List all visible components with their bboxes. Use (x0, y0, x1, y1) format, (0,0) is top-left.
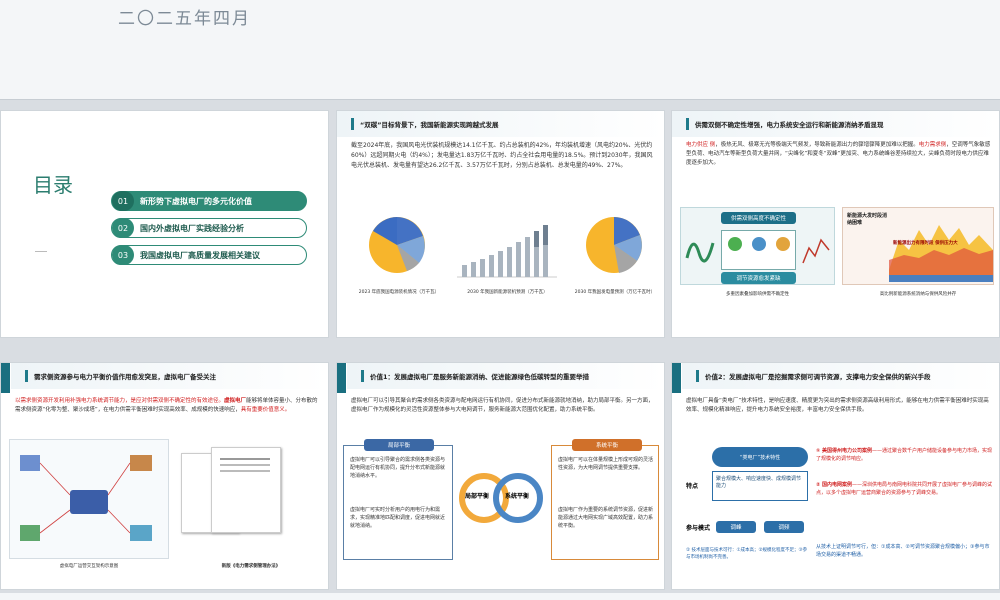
caption-right: 新版《电力需求侧管理办法》 (221, 564, 281, 569)
bar-chart-projection (457, 225, 557, 278)
mode-label: 参与模式 (686, 525, 711, 532)
case-1: ① 美国得州电力公司案例——通过聚合数千户用户储能设备参与电力市场，实现了规模化… (816, 448, 992, 462)
slide-body: 以需求侧资源开发利用补强电力系统调节能力，是应对供需双侧不确定性的有效途径。虚拟… (15, 398, 318, 413)
plug-icon (752, 237, 766, 251)
system-ring-label: 系统平衡 (505, 493, 530, 500)
slide-thumbnail-new-energy[interactable]: “双碳”目标背景下，我国新能源实现跨越式发展 截至2024年底，我国风电光伏装机… (336, 110, 665, 338)
slide-title: 供需双侧不确定性增强，电力系统安全运行和新能源消纳矛盾显现 (695, 121, 884, 129)
toc-item-2[interactable]: 02 国内外虚拟电厂实践经验分析 (111, 218, 307, 238)
toc-num-3: 03 (112, 245, 134, 265)
slide-title: 价值1：发展虚拟电厂是服务新能源消纳、促进能源绿色低碳转型的重要举措 (370, 373, 590, 381)
toc-num-1: 01 (112, 191, 134, 211)
slide-corner-accent (337, 363, 346, 393)
vpp-architecture-diagram (9, 439, 169, 559)
toc-label-1: 新形势下虚拟电厂的多元化价值 (140, 196, 252, 206)
slide-header: 价值2：发展虚拟电厂是挖掘需求侧可调节资源，支撑电力安全保供的新兴手段 (682, 363, 999, 389)
slide-header: 价值1：发展虚拟电厂是服务新能源消纳、促进能源绿色低碳转型的重要举措 (347, 363, 664, 389)
toc-item-3[interactable]: 03 我国虚拟电厂高质量发展相关建议 (111, 245, 307, 265)
device-group (721, 230, 796, 270)
pie-chart-installed-capacity (369, 217, 425, 273)
slide-title: 价值2：发展虚拟电厂是挖掘需求侧可调节资源，支撑电力安全保供的新兴手段 (705, 373, 931, 381)
figure-risk: 新能源大发时段消纳困难 新能源出力有限时段 保供压力大 (842, 207, 994, 285)
connection-lines (39, 462, 131, 534)
figure-uncertainty: 供需双侧高度不确定性 调节资源愈发紧缺 (680, 207, 835, 285)
title-slide-thumbnail[interactable]: 二〇二五年四月 (0, 0, 1000, 100)
local-item-1: 虚拟电厂可以引导聚合的需求侧各类资源与配电网运行有机协同，提升分布式新能源就地消… (350, 457, 446, 479)
caption-3: 2030 年我国发电量预测（万亿千瓦时） (574, 290, 656, 295)
toc-title: 目录 (33, 173, 73, 197)
slide-thumbnail-value-1[interactable]: 价值1：发展虚拟电厂是服务新能源消纳、促进能源绿色低碳转型的重要举措 虚拟电厂可… (336, 362, 665, 590)
document-page-2 (211, 447, 281, 533)
load-curve-icon (802, 238, 830, 264)
slide-body: 截至2024年底，我国风电光伏装机规模达14.1亿千瓦、约占总装机的42%，年均… (351, 142, 653, 169)
feature-box: 聚合规模大、响应速度快、成规模调节能力 (712, 471, 808, 501)
figure-sub-label: 新能源出力有限时段 保供压力大 (893, 241, 958, 246)
slide-title: 需求侧资源参与电力平衡价值作用愈发突显，虚拟电厂备受关注 (34, 373, 216, 381)
document-images (181, 443, 321, 553)
slide-body: 虚拟电厂可以引导其聚合的需求侧各类资源与配电网运行有机协同，促进分布式新能源就地… (351, 398, 654, 413)
pie-chart-generation (586, 217, 642, 273)
figure-label: 新能源大发时段消纳困难 (847, 213, 888, 226)
feature-badge: “类电厂”技术特性 (712, 447, 808, 467)
slide-corner-accent (672, 363, 681, 393)
slide-date: 二〇二五年四月 (118, 9, 251, 29)
toc-item-1[interactable]: 01 新形势下虚拟电厂的多元化价值 (111, 191, 307, 211)
local-ring-label: 局部平衡 (465, 493, 490, 500)
divider (35, 251, 47, 252)
tag-peak: 调峰 (716, 521, 756, 533)
toc-label-3: 我国虚拟电厂高质量发展相关建议 (140, 250, 260, 260)
local-balance-title: 局部平衡 (364, 439, 434, 451)
local-item-2: 虚拟电厂可实时分析用户的用电行为和需求，实现精准地匹配和调度，促进电网就近就地消… (350, 507, 446, 529)
balance-rings: 局部平衡 系统平衡 (459, 463, 545, 543)
risk-area-chart (889, 225, 993, 282)
toc-label-2: 国内外虚拟电厂实践经验分析 (140, 223, 244, 233)
toc-num-2: 02 (112, 218, 134, 238)
slide-corner-accent (1, 363, 10, 393)
tag-frequency: 调频 (764, 521, 804, 533)
system-item-1: 虚拟电厂可以在体量规模上形成可观的灵活性资源，为大电网调节提供重要支撑。 (558, 457, 654, 471)
leaf-icon (728, 237, 742, 251)
slide-header: “双碳”目标背景下，我国新能源实现跨越式发展 (337, 111, 664, 137)
slide-thumbnail-value-2[interactable]: 价值2：发展虚拟电厂是挖掘需求侧可调节资源，支撑电力安全保供的新兴手段 虚拟电厂… (671, 362, 1000, 590)
slide-thumbnail-uncertainty[interactable]: 供需双侧不确定性增强，电力系统安全运行和新能源消纳矛盾显现 电力供应 侧，极热无… (671, 110, 1000, 338)
sun-icon (776, 237, 790, 251)
next-row-thumbnails[interactable] (0, 593, 1000, 600)
slide-body: 虚拟电厂具备“类电厂”技术特性，是响应速度、精度更为突出的需求侧资源高级利用形式… (686, 398, 989, 413)
caption-left: 多重因素叠加影响供需不确定性 (726, 292, 789, 297)
figure-title: 供需双侧高度不确定性 (721, 212, 796, 224)
wave-icon (685, 242, 715, 263)
bottom-note-2: ② 技术层面与技术可行：①成本高；②规模化程度不足；③参与市场机制尚不完善。 (686, 548, 808, 560)
feature-label: 特点 (686, 483, 699, 490)
system-balance-box: 系统平衡 虚拟电厂可以在体量规模上形成可观的灵活性资源，为大电网调节提供重要支撑… (551, 439, 659, 560)
caption-1: 2023 年底我国电源装机情况（万千瓦） (358, 290, 440, 295)
case-2: ② 国内电网案例——深圳供电局与南网电科院共同开展了虚拟电厂参与调峰的试点，以多… (816, 482, 992, 496)
slide-thumbnail-toc[interactable]: 目录 01 新形势下虚拟电厂的多元化价值 02 国内外虚拟电厂实践经验分析 03… (0, 110, 329, 338)
local-balance-box: 局部平衡 虚拟电厂可以引导聚合的需求侧各类资源与配电网运行有机协同，提升分布式新… (343, 439, 453, 560)
system-balance-title: 系统平衡 (572, 439, 642, 451)
caption-2: 2030 年我国新能源装机预测（万千瓦） (467, 290, 548, 295)
slide-thumbnail-demand-side[interactable]: 需求侧资源参与电力平衡价值作用愈发突显，虚拟电厂备受关注 以需求侧资源开发利用补… (0, 362, 329, 590)
system-item-2: 虚拟电厂作为重要的系统调节资源，促进新能源通过大电网实现广域高效配置，助力系统平… (558, 507, 654, 529)
slide-header: 需求侧资源参与电力平衡价值作用愈发突显，虚拟电厂备受关注 (11, 363, 328, 389)
slide-header: 供需双侧不确定性增强，电力系统安全运行和新能源消纳矛盾显现 (672, 111, 999, 137)
bottom-note: 从技术上证明调节可行，但：①成本高、②可调节资源聚合规模偏小；③参与市场交易的渠… (816, 544, 990, 558)
caption-right: 高比例新能源系统消纳与保供风险并存 (879, 292, 957, 297)
caption-left: 虚拟电厂运营交互架构示意图 (59, 564, 119, 569)
figure-sub: 调节资源愈发紧缺 (721, 272, 796, 284)
slide-body: 电力供应 侧，极热无风、极寒无光等极端天气频发，导致新能源出力的骤增骤降更加难以… (686, 142, 991, 166)
slide-title: “双碳”目标背景下，我国新能源实现跨越式发展 (360, 121, 499, 129)
